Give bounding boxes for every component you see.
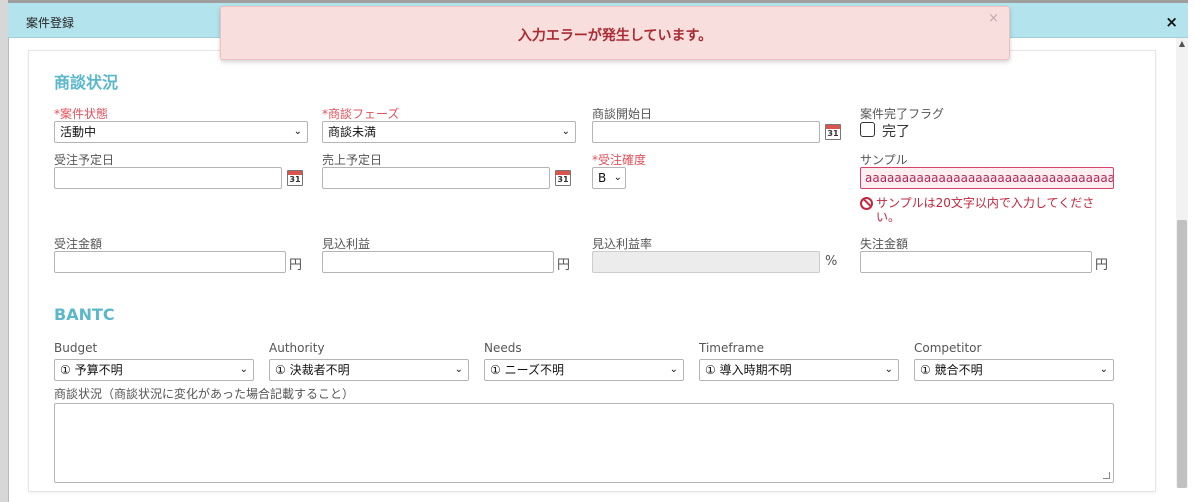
- phase-label: *商談フェーズ: [322, 105, 399, 122]
- notes-textarea[interactable]: [54, 403, 1114, 483]
- order-prob-value: B: [598, 171, 607, 185]
- error-alert: 入力エラーが発生しています。 ×: [220, 6, 1010, 60]
- chevron-down-icon: ⌄: [1099, 364, 1108, 375]
- expected-profit-input[interactable]: [322, 251, 554, 273]
- timeframe-select[interactable]: ① 導入時期不明 ⌄: [699, 359, 899, 381]
- alert-message: 入力エラーが発生しています。: [517, 28, 713, 44]
- scrollbar-thumb[interactable]: [1177, 220, 1187, 488]
- complete-checkbox[interactable]: [860, 122, 875, 137]
- sales-date-label: 売上予定日: [322, 153, 383, 167]
- start-date-label: 商談開始日: [592, 107, 653, 121]
- calendar-day: 31: [557, 175, 569, 184]
- chevron-down-icon: ⌄: [454, 364, 463, 375]
- calendar-icon[interactable]: 31: [825, 124, 841, 140]
- authority-value: ① 決裁者不明: [275, 363, 350, 377]
- yen-unit: 円: [289, 258, 303, 273]
- needs-select[interactable]: ① ニーズ不明 ⌄: [484, 359, 684, 381]
- calendar-day: 31: [289, 175, 301, 184]
- percent-unit: %: [825, 254, 838, 269]
- scroll-up-arrow-icon[interactable]: ▲: [1176, 38, 1188, 50]
- section-title-bantc: BANTC: [54, 305, 115, 324]
- expected-profit-label: 見込利益: [322, 237, 371, 251]
- competitor-value: ① 競合不明: [920, 363, 983, 377]
- order-amount-input[interactable]: [54, 251, 286, 273]
- order-prob-label-text: 受注確度: [598, 153, 647, 167]
- needs-label: Needs: [484, 341, 522, 355]
- order-amount-label: 受注金額: [54, 237, 103, 251]
- resize-handle-icon[interactable]: [1103, 472, 1110, 479]
- sales-date-input[interactable]: [322, 167, 550, 189]
- sample-error-message: サンプルは20文字以内で入力してください。: [876, 196, 1095, 224]
- close-icon[interactable]: ×: [988, 11, 999, 26]
- section-title-status: 商談状況: [54, 73, 119, 92]
- chevron-down-icon: ⌄: [561, 126, 570, 137]
- yen-unit: 円: [1095, 258, 1109, 273]
- competitor-label: Competitor: [914, 341, 982, 355]
- chevron-down-icon: ⌄: [669, 364, 678, 375]
- window-left-edge: [0, 0, 9, 502]
- chevron-down-icon: ⌄: [293, 126, 302, 137]
- start-date-input[interactable]: [592, 121, 820, 143]
- calendar-icon[interactable]: 31: [555, 170, 571, 186]
- profit-rate-label: 見込利益率: [592, 237, 653, 251]
- authority-label: Authority: [269, 341, 325, 355]
- budget-label: Budget: [54, 341, 98, 355]
- lost-amount-label: 失注金額: [860, 237, 909, 251]
- chevron-down-icon: ⌄: [884, 364, 893, 375]
- order-prob-select[interactable]: B ⌄: [592, 167, 626, 189]
- chevron-down-icon: ⌄: [613, 172, 622, 183]
- calendar-day: 31: [827, 129, 839, 138]
- order-date-input[interactable]: [54, 167, 282, 189]
- authority-select[interactable]: ① 決裁者不明 ⌄: [269, 359, 469, 381]
- complete-flag-label: 案件完了フラグ: [860, 107, 945, 121]
- case-status-value: 活動中: [60, 125, 97, 139]
- chevron-down-icon: ⌄: [239, 364, 248, 375]
- timeframe-value: ① 導入時期不明: [705, 363, 792, 377]
- complete-checkbox-label: 完了: [882, 124, 910, 140]
- modal-title: 案件登録: [26, 16, 75, 30]
- phase-select[interactable]: 商談未満 ⌄: [322, 121, 576, 143]
- order-prob-label: *受注確度: [592, 151, 646, 168]
- notes-label: 商談状況（商談状況に変化があった場合記載すること）: [54, 387, 355, 401]
- order-date-label: 受注予定日: [54, 153, 115, 167]
- calendar-icon[interactable]: 31: [287, 170, 303, 186]
- timeframe-label: Timeframe: [699, 341, 764, 355]
- case-status-label: *案件状態: [54, 105, 108, 122]
- modal-body: 商談状況 *案件状態 活動中 ⌄ *商談フェーズ 商談未満 ⌄ 商談開始日 31…: [28, 50, 1156, 492]
- sample-input[interactable]: aaaaaaaaaaaaaaaaaaaaaaaaaaaaaaaaaaaaaaaa: [860, 167, 1114, 189]
- yen-unit: 円: [557, 258, 571, 273]
- phase-value: 商談未満: [328, 125, 377, 139]
- ban-icon: [860, 197, 873, 210]
- budget-value: ① 予算不明: [60, 363, 123, 377]
- lost-amount-input[interactable]: [860, 251, 1092, 273]
- close-icon[interactable]: ×: [1165, 13, 1178, 31]
- phase-label-text: 商談フェーズ: [328, 107, 400, 121]
- profit-rate-input: [592, 251, 820, 273]
- competitor-select[interactable]: ① 競合不明 ⌄: [914, 359, 1114, 381]
- case-status-label-text: 案件状態: [60, 107, 109, 121]
- case-status-select[interactable]: 活動中 ⌄: [54, 121, 308, 143]
- sample-label: サンプル: [860, 153, 908, 167]
- budget-select[interactable]: ① 予算不明 ⌄: [54, 359, 254, 381]
- needs-value: ① ニーズ不明: [490, 363, 564, 377]
